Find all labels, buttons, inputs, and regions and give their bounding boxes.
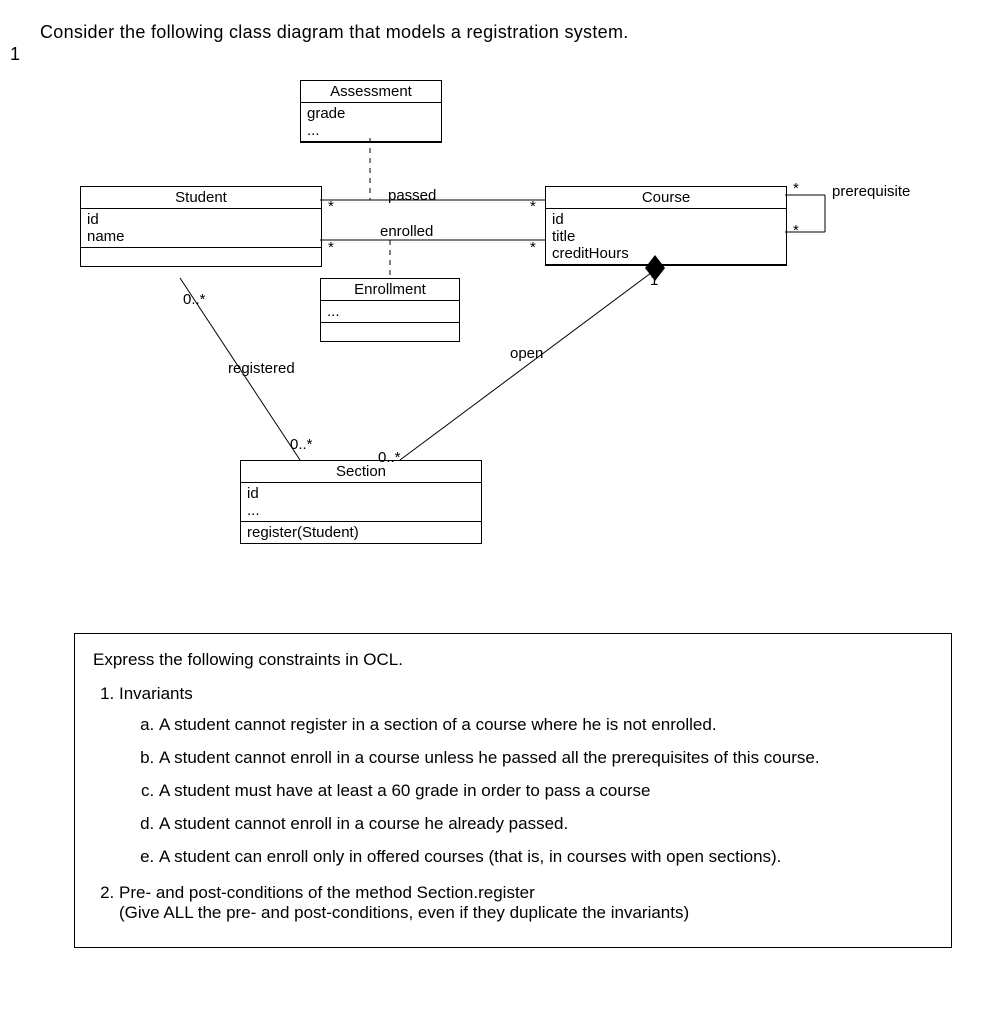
constraints-prepost-note: (Give ALL the pre- and post-conditions, … xyxy=(119,903,689,922)
mult-student-enrolled: * xyxy=(328,239,334,256)
class-enrollment: Enrollment ... xyxy=(320,278,460,342)
class-assessment-attrs: grade ... xyxy=(301,103,441,142)
class-section-ops: register(Student) xyxy=(241,522,481,543)
mult-prereq-bot: * xyxy=(793,222,799,239)
label-registered: registered xyxy=(228,360,295,377)
label-passed: passed xyxy=(388,187,436,204)
class-enrollment-attrs: ... xyxy=(321,301,459,323)
mult-course-enrolled: * xyxy=(530,239,536,256)
mult-course-open: 1 xyxy=(650,272,658,289)
mult-student-passed: * xyxy=(328,198,334,215)
class-student: Student id name xyxy=(80,186,322,267)
label-open: open xyxy=(510,345,543,362)
class-student-title: Student xyxy=(81,187,321,209)
inv-e: A student can enroll only in offered cou… xyxy=(159,846,933,869)
diagram-connectors xyxy=(0,0,990,650)
mult-section-open: 0..* xyxy=(378,449,401,466)
question-number: 1 xyxy=(10,44,20,65)
class-section: Section id ... register(Student) xyxy=(240,460,482,544)
inv-d: A student cannot enroll in a course he a… xyxy=(159,813,933,836)
class-course-title: Course xyxy=(546,187,786,209)
class-section-title: Section xyxy=(241,461,481,483)
class-course: Course id title creditHours xyxy=(545,186,787,266)
constraints-lead: Express the following constraints in OCL… xyxy=(93,650,933,670)
class-enrollment-title: Enrollment xyxy=(321,279,459,301)
intro-text: Consider the following class diagram tha… xyxy=(40,22,629,43)
inv-a: A student cannot register in a section o… xyxy=(159,714,933,737)
mult-prereq-top: * xyxy=(793,180,799,197)
class-section-attrs: id ... xyxy=(241,483,481,522)
label-prerequisite: prerequisite xyxy=(832,183,910,200)
class-enrollment-ops xyxy=(321,323,459,341)
class-assessment: Assessment grade ... xyxy=(300,80,442,143)
mult-section-registered: 0..* xyxy=(290,436,313,453)
inv-b: A student cannot enroll in a course unle… xyxy=(159,747,933,770)
mult-student-registered: 0..* xyxy=(183,291,206,308)
constraints-box: Express the following constraints in OCL… xyxy=(74,633,952,948)
class-course-attrs: id title creditHours xyxy=(546,209,786,265)
class-student-attrs: id name xyxy=(81,209,321,248)
mult-course-passed: * xyxy=(530,198,536,215)
class-assessment-title: Assessment xyxy=(301,81,441,103)
label-enrolled: enrolled xyxy=(380,223,433,240)
class-student-ops xyxy=(81,248,321,266)
inv-c: A student must have at least a 60 grade … xyxy=(159,780,933,803)
constraints-prepost: Pre- and post-conditions of the method S… xyxy=(119,883,933,923)
constraints-invariants: Invariants A student cannot register in … xyxy=(119,684,933,869)
